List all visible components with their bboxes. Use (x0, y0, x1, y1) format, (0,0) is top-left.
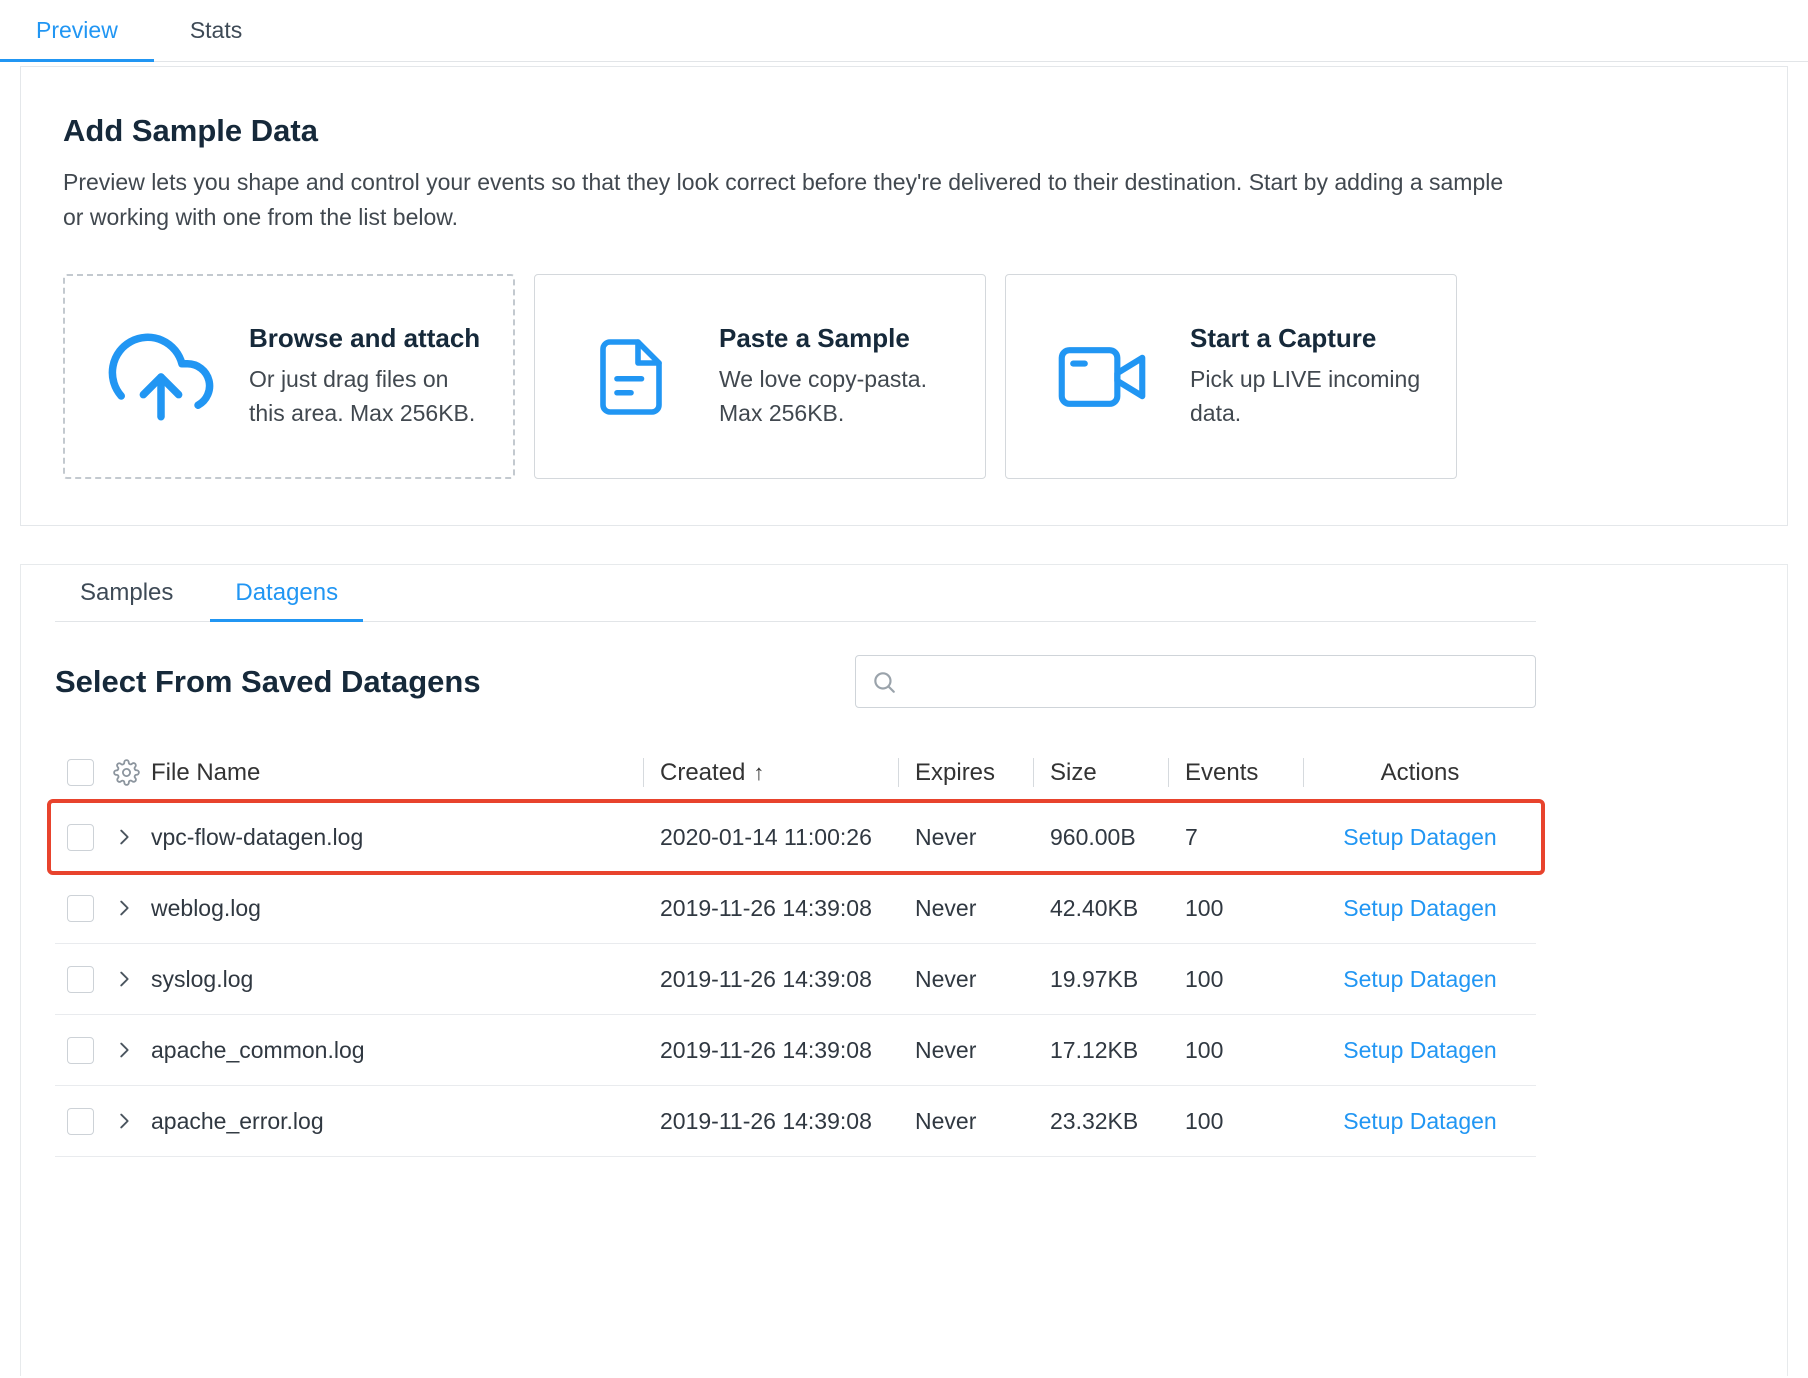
tab-preview[interactable]: Preview (0, 0, 154, 62)
setup-datagen-link[interactable]: Setup Datagen (1343, 1108, 1496, 1135)
select-all-checkbox[interactable] (67, 759, 94, 786)
paste-a-sample-card[interactable]: Paste a Sample We love copy-pasta. Max 2… (534, 274, 986, 479)
row-checkbox[interactable] (67, 823, 94, 851)
setup-datagen-link[interactable]: Setup Datagen (1343, 1037, 1496, 1064)
size-cell: 17.12KB (1050, 1036, 1139, 1063)
column-header-size[interactable]: Size (1034, 744, 1169, 801)
sample-source-cards: Browse and attach Or just drag files on … (63, 274, 1745, 479)
setup-datagen-link[interactable]: Setup Datagen (1343, 895, 1496, 922)
created-cell: 2020-01-14 11:00:26 (660, 823, 872, 850)
setup-datagen-link[interactable]: Setup Datagen (1343, 824, 1496, 851)
table-row[interactable]: vpc-flow-datagen.log 2020-01-14 11:00:26… (47, 799, 1545, 875)
row-checkbox[interactable] (67, 1036, 94, 1064)
column-header-file-name[interactable]: File Name (151, 744, 644, 801)
list-title: Select From Saved Datagens (55, 663, 481, 699)
sample-list-tabbar: Samples Datagens (55, 565, 1536, 622)
chevron-right-icon[interactable] (113, 897, 135, 919)
file-name-cell: apache_common.log (151, 1036, 365, 1063)
card-description: Pick up LIVE incoming data. (1190, 366, 1421, 426)
tab-datagens[interactable]: Datagens (210, 565, 363, 622)
events-cell: 100 (1185, 1107, 1224, 1134)
file-name-cell: weblog.log (151, 894, 261, 921)
setup-datagen-link[interactable]: Setup Datagen (1343, 966, 1496, 993)
card-text: Paste a Sample We love copy-pasta. Max 2… (719, 323, 961, 430)
events-cell: 100 (1185, 894, 1224, 921)
size-cell: 19.97KB (1050, 965, 1139, 992)
events-cell: 100 (1185, 965, 1224, 992)
created-cell: 2019-11-26 14:39:08 (660, 965, 872, 992)
card-description: Or just drag files on this area. Max 256… (249, 366, 476, 426)
card-text: Start a Capture Pick up LIVE incoming da… (1190, 323, 1432, 430)
tab-stats[interactable]: Stats (154, 0, 278, 61)
card-title: Paste a Sample (719, 323, 910, 354)
events-cell: 7 (1185, 823, 1198, 850)
chevron-right-icon[interactable] (113, 826, 135, 848)
expires-cell: Never (915, 894, 977, 921)
size-cell: 960.00B (1050, 823, 1136, 850)
size-cell: 23.32KB (1050, 1107, 1139, 1134)
cloud-upload-icon (105, 324, 217, 430)
add-sample-data-panel: Add Sample Data Preview lets you shape a… (20, 66, 1788, 526)
events-cell: 100 (1185, 1036, 1224, 1063)
table-row[interactable]: syslog.log 2019-11-26 14:39:08 Never 19.… (55, 944, 1536, 1015)
row-checkbox[interactable] (67, 1107, 94, 1135)
created-cell: 2019-11-26 14:39:08 (660, 1107, 872, 1134)
search-box (855, 655, 1536, 708)
expires-cell: Never (915, 965, 977, 992)
size-cell: 42.40KB (1050, 894, 1139, 921)
sort-ascending-icon: ↑ (753, 759, 765, 785)
table-row[interactable]: weblog.log 2019-11-26 14:39:08 Never 42.… (55, 873, 1536, 944)
section-description: Preview lets you shape and control your … (63, 169, 1504, 230)
file-name-cell: apache_error.log (151, 1107, 324, 1134)
datagens-table: File Name Created ↑ Expires Size Events … (47, 744, 1545, 1157)
card-title: Start a Capture (1190, 323, 1377, 354)
column-header-expires[interactable]: Expires (899, 744, 1034, 801)
row-checkbox[interactable] (67, 965, 94, 993)
column-header-events[interactable]: Events (1169, 744, 1304, 801)
search-icon (871, 669, 897, 695)
page-title: Add Sample Data (63, 113, 318, 148)
expires-cell: Never (915, 1107, 977, 1134)
start-a-capture-card[interactable]: Start a Capture Pick up LIVE incoming da… (1005, 274, 1457, 479)
top-tabbar: Preview Stats (0, 0, 1808, 62)
created-cell: 2019-11-26 14:39:08 (660, 1036, 872, 1063)
expires-cell: Never (915, 1036, 977, 1063)
created-cell: 2019-11-26 14:39:08 (660, 894, 872, 921)
file-name-cell: syslog.log (151, 965, 254, 992)
search-input[interactable] (907, 656, 1520, 707)
browse-and-attach-card[interactable]: Browse and attach Or just drag files on … (63, 274, 515, 479)
card-title: Browse and attach (249, 323, 481, 354)
gear-icon[interactable] (113, 759, 140, 786)
expires-cell: Never (915, 823, 977, 850)
chevron-right-icon[interactable] (113, 968, 135, 990)
file-name-cell: vpc-flow-datagen.log (151, 823, 364, 850)
table-row[interactable]: apache_error.log 2019-11-26 14:39:08 Nev… (55, 1086, 1536, 1157)
table-header-row: File Name Created ↑ Expires Size Events … (55, 744, 1536, 802)
chevron-right-icon[interactable] (113, 1039, 135, 1061)
table-row[interactable]: apache_common.log 2019-11-26 14:39:08 Ne… (55, 1015, 1536, 1086)
column-header-created[interactable]: Created ↑ (644, 744, 899, 801)
document-icon (575, 325, 687, 429)
chevron-right-icon[interactable] (113, 1110, 135, 1132)
tab-samples[interactable]: Samples (55, 565, 198, 621)
list-header: Select From Saved Datagens (55, 655, 1536, 708)
column-header-actions: Actions (1380, 758, 1460, 786)
row-checkbox[interactable] (67, 894, 94, 922)
saved-datagens-panel: Samples Datagens Select From Saved Datag… (20, 564, 1788, 1376)
card-description: We love copy-pasta. Max 256KB. (719, 366, 927, 426)
card-text: Browse and attach Or just drag files on … (249, 323, 489, 430)
video-camera-icon (1046, 331, 1158, 423)
